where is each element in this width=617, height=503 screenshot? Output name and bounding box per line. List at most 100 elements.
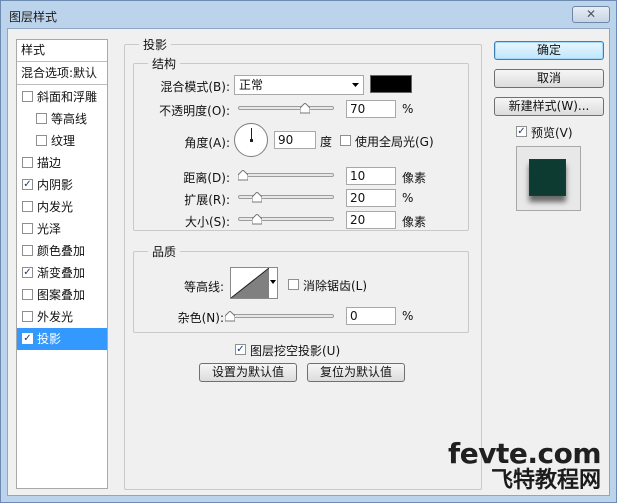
knockout-label[interactable]: 图层挖空投影(U) (250, 342, 340, 359)
noise-unit: % (402, 309, 414, 323)
noise-slider[interactable] (225, 310, 334, 324)
size-input[interactable]: 20 (346, 211, 396, 229)
structure-group: 结构 混合模式(B): 正常 不透明度(O): 70 % 角度(A): 90 度… (133, 55, 469, 231)
style-checkbox[interactable] (22, 333, 33, 344)
preview-checkbox[interactable] (516, 126, 527, 137)
angle-unit: 度 (320, 135, 333, 149)
preview-swatch (529, 159, 566, 196)
style-list-label: 内阴影 (37, 178, 74, 192)
style-list-item[interactable]: 等高线 (17, 108, 107, 130)
distance-slider-track (238, 173, 334, 177)
style-checkbox[interactable] (22, 289, 33, 300)
style-preview (516, 146, 581, 211)
style-list-item[interactable]: 颜色叠加 (17, 240, 107, 262)
reset-default-button[interactable]: 复位为默认值 (307, 363, 405, 382)
style-list-label: 投影 (37, 332, 62, 346)
spread-slider[interactable] (238, 191, 334, 205)
contour-preview-icon (230, 267, 270, 299)
make-default-button[interactable]: 设置为默认值 (199, 363, 297, 382)
style-list-label: 颜色叠加 (37, 244, 86, 258)
noise-input[interactable]: 0 (346, 307, 396, 325)
style-list-item[interactable]: 纹理 (17, 130, 107, 152)
noise-slider-thumb[interactable] (225, 311, 235, 322)
style-checkbox[interactable] (22, 267, 33, 278)
style-list-item[interactable]: 图案叠加 (17, 284, 107, 306)
knockout-checkbox[interactable] (235, 344, 246, 355)
shadow-color-swatch[interactable] (370, 75, 412, 93)
style-list-item[interactable]: 斜面和浮雕 (17, 86, 107, 108)
style-list-label: 等高线 (51, 112, 88, 126)
blend-mode-value: 正常 (239, 78, 264, 92)
style-checkbox[interactable] (22, 91, 33, 102)
opacity-label: 不透明度(O): (159, 104, 230, 118)
preview-label[interactable]: 预览(V) (531, 124, 573, 141)
watermark: fevte.com 飞特教程网 (448, 439, 601, 493)
styles-header[interactable]: 样式 (17, 40, 107, 62)
angle-input[interactable]: 90 (274, 131, 316, 149)
anti-alias-checkbox[interactable] (288, 279, 299, 290)
style-checkbox[interactable] (22, 311, 33, 322)
layer-style-dialog: 图层样式 ✕ 样式 混合选项:默认 斜面和浮雕等高线纹理描边内阴影内发光光泽颜色… (0, 0, 617, 503)
ok-button[interactable]: 确定 (494, 41, 604, 60)
dialog-body: 样式 混合选项:默认 斜面和浮雕等高线纹理描边内阴影内发光光泽颜色叠加渐变叠加图… (7, 28, 610, 496)
angle-dial[interactable] (234, 123, 268, 157)
style-checkbox[interactable] (22, 201, 33, 212)
watermark-domain: fevte.com (448, 437, 601, 470)
style-list-item[interactable]: 投影 (17, 328, 107, 350)
contour-dropdown-button[interactable] (269, 267, 278, 299)
window-title: 图层样式 (9, 10, 58, 24)
chevron-down-icon (352, 83, 359, 87)
style-checkbox[interactable] (36, 113, 47, 124)
spread-slider-thumb[interactable] (252, 192, 263, 203)
distance-slider-thumb[interactable] (237, 170, 248, 181)
drop-shadow-group: 投影 结构 混合模式(B): 正常 不透明度(O): 70 % 角度(A): 9… (124, 36, 482, 490)
opacity-slider-track (238, 106, 334, 110)
cancel-button[interactable]: 取消 (494, 69, 604, 88)
noise-slider-track (230, 314, 334, 318)
distance-label: 距离(D): (183, 171, 230, 185)
style-list-label: 内发光 (37, 200, 74, 214)
style-list-label: 图案叠加 (37, 288, 86, 302)
style-list-item[interactable]: 内阴影 (17, 174, 107, 196)
distance-slider[interactable] (237, 169, 334, 183)
noise-label: 杂色(N): (177, 311, 224, 325)
style-list-item[interactable]: 光泽 (17, 218, 107, 240)
watermark-site-name: 飞特教程网 (490, 468, 601, 493)
style-list-item[interactable]: 渐变叠加 (17, 262, 107, 284)
style-list-label: 斜面和浮雕 (37, 90, 98, 104)
style-list-item[interactable]: 外发光 (17, 306, 107, 328)
style-checkbox[interactable] (36, 135, 47, 146)
style-checkbox[interactable] (22, 157, 33, 168)
use-global-light-label[interactable]: 使用全局光(G) (355, 133, 434, 150)
style-checkbox[interactable] (22, 179, 33, 190)
opacity-slider-thumb[interactable] (300, 103, 311, 114)
distance-input[interactable]: 10 (346, 167, 396, 185)
use-global-light-checkbox[interactable] (340, 135, 351, 146)
style-list-item[interactable]: 内发光 (17, 196, 107, 218)
close-button[interactable]: ✕ (572, 6, 610, 23)
style-list-label: 描边 (37, 156, 62, 170)
contour-picker[interactable] (230, 267, 278, 299)
contour-label: 等高线: (183, 280, 224, 294)
size-slider[interactable] (238, 213, 334, 227)
spread-unit: % (402, 191, 414, 205)
style-checkbox[interactable] (22, 245, 33, 256)
structure-title: 结构 (148, 55, 181, 72)
opacity-slider[interactable] (238, 102, 334, 116)
blend-mode-select[interactable]: 正常 (234, 75, 364, 95)
angle-dial-hub (250, 139, 253, 142)
title-bar[interactable]: 图层样式 ✕ (1, 1, 616, 29)
spread-input[interactable]: 20 (346, 189, 396, 207)
opacity-input[interactable]: 70 (346, 100, 396, 118)
style-list-item[interactable]: 描边 (17, 152, 107, 174)
anti-alias-label[interactable]: 消除锯齿(L) (303, 277, 367, 294)
style-checkbox[interactable] (22, 223, 33, 234)
angle-label: 角度(A): (184, 136, 230, 150)
blend-mode-label: 混合模式(B): (160, 80, 230, 94)
size-label: 大小(S): (184, 215, 230, 229)
size-slider-thumb[interactable] (252, 214, 263, 225)
blending-options-item[interactable]: 混合选项:默认 (17, 63, 107, 85)
new-style-button[interactable]: 新建样式(W)... (494, 97, 604, 116)
chevron-down-icon (270, 280, 276, 284)
size-unit: 像素 (402, 215, 427, 229)
